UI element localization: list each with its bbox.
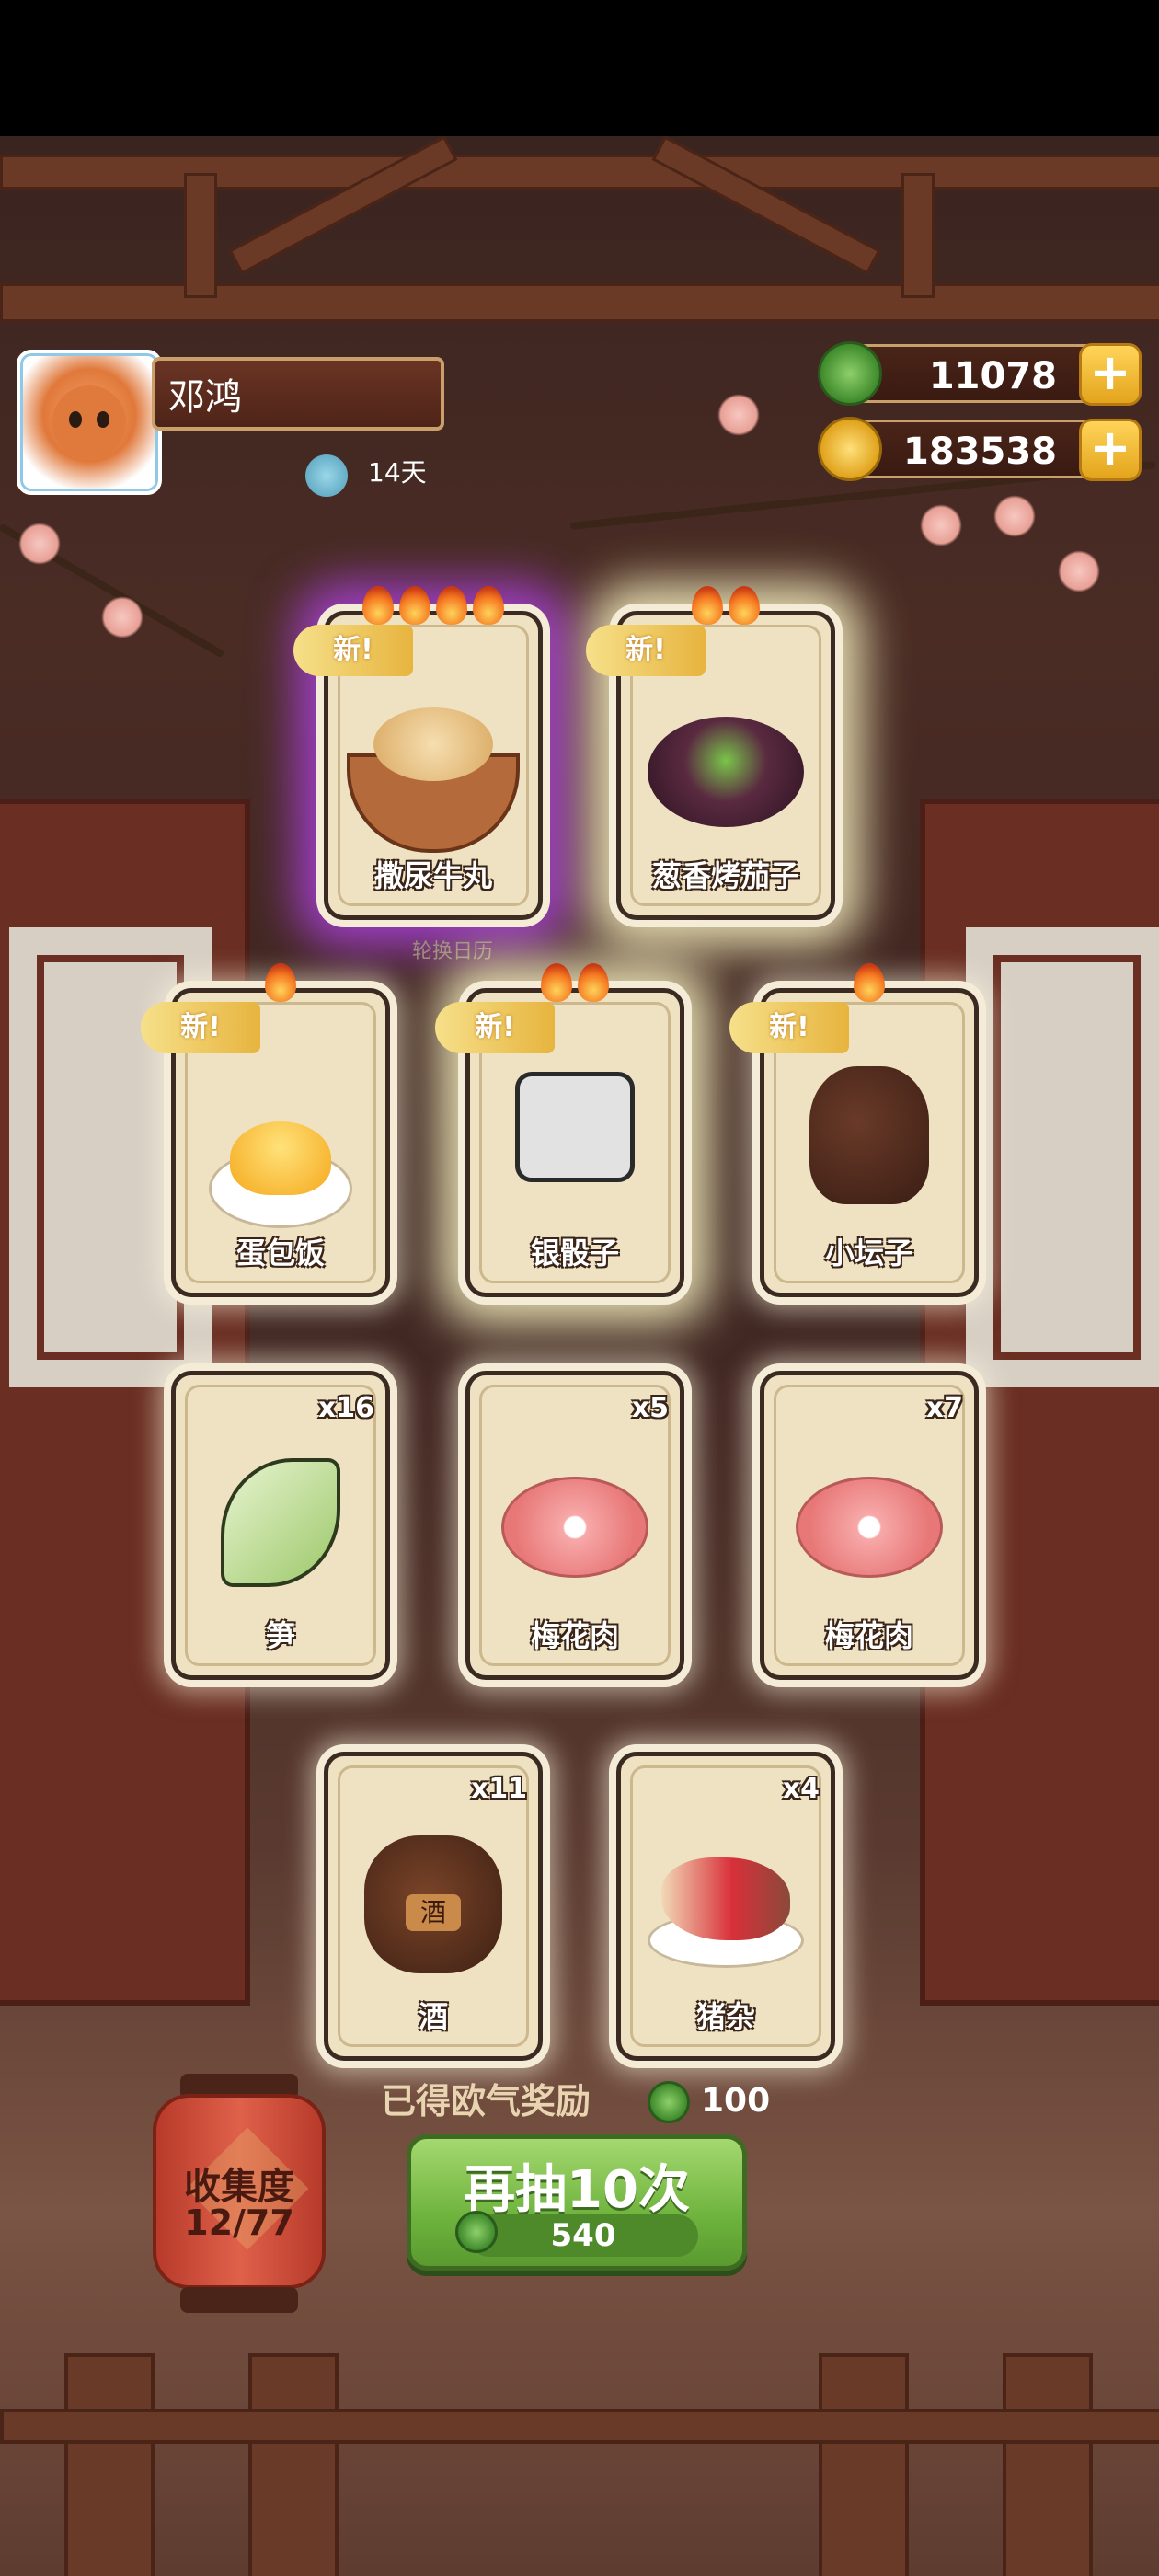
- draw-again-button[interactable]: 再抽10次 540: [407, 2134, 747, 2271]
- coin-currency: 183538 +: [818, 417, 1142, 481]
- small-jar-art: [809, 1066, 929, 1204]
- item-count: x7: [925, 1392, 963, 1424]
- item-count: x4: [782, 1773, 820, 1805]
- flame-icon: [473, 586, 504, 625]
- reward-card[interactable]: x16 笋: [171, 1371, 390, 1680]
- roof-post: [184, 173, 217, 298]
- jade-currency: 11078 +: [818, 341, 1142, 406]
- avatar-face: [52, 385, 126, 459]
- lantern-cap: [180, 2287, 298, 2313]
- item-count: x16: [317, 1392, 374, 1424]
- login-days: 14天: [368, 457, 427, 488]
- bamboo-shoot-art: [221, 1458, 340, 1587]
- card-label: 酒: [418, 1999, 448, 2034]
- new-badge: 新!: [435, 1002, 555, 1053]
- reward-card[interactable]: x11 酒 酒: [324, 1752, 543, 2061]
- rarity-flames: [328, 586, 538, 625]
- reward-card[interactable]: 新! 撒尿牛丸: [293, 586, 543, 920]
- reward-card[interactable]: x4 猪杂: [616, 1752, 835, 2061]
- coin-icon: [818, 417, 882, 481]
- flame-icon: [854, 963, 885, 1002]
- player-avatar[interactable]: [17, 350, 162, 495]
- rarity-flames: [470, 963, 680, 1002]
- roof-post: [901, 173, 935, 298]
- flame-icon: [362, 586, 394, 625]
- flame-icon: [436, 586, 467, 625]
- roof-beam: [0, 155, 1159, 190]
- blossom: [993, 495, 1036, 537]
- jade-icon: [818, 341, 882, 406]
- card-label: 银骰子: [530, 1236, 619, 1271]
- railing-post: [248, 2353, 339, 2576]
- add-jade-button[interactable]: +: [1079, 343, 1142, 406]
- wine-jar-label: 酒: [406, 1894, 461, 1931]
- omelette-art: [230, 1121, 331, 1195]
- flame-icon: [541, 963, 572, 1002]
- new-badge: 新!: [729, 1002, 849, 1053]
- blossom: [18, 523, 61, 565]
- railing-post: [64, 2353, 155, 2576]
- draw-cost-value: 540: [550, 2217, 616, 2254]
- card-label: 撒尿牛丸: [373, 858, 492, 893]
- pork-art: [796, 1477, 943, 1578]
- flame-icon: [399, 586, 430, 625]
- rarity-flames: [621, 586, 831, 625]
- reward-card[interactable]: 新! 小坛子: [729, 963, 979, 1297]
- draw-cost: 540: [455, 2211, 698, 2257]
- flame-icon: [692, 586, 723, 625]
- card-label: 梅花肉: [530, 1618, 619, 1653]
- meatballs-art: [373, 707, 493, 781]
- pig-offal-art: [661, 1857, 790, 1940]
- reward-value: 100: [701, 2082, 771, 2120]
- collection-lantern[interactable]: 收集度 12/77: [147, 2074, 331, 2313]
- item-count: x5: [631, 1392, 669, 1424]
- player-name: 邓鸿: [152, 357, 444, 431]
- reward-card[interactable]: 新! 银骰子: [435, 963, 684, 1297]
- railing-bar: [0, 2409, 1159, 2444]
- card-label: 小坛子: [824, 1236, 913, 1271]
- reward-card[interactable]: 新! 蛋包饭: [141, 963, 390, 1297]
- coin-amount: 183538: [903, 431, 1057, 473]
- calendar-icon: [305, 454, 348, 497]
- avatar-eye: [97, 411, 109, 428]
- new-badge: 新!: [293, 625, 413, 676]
- jade-amount: 11078: [928, 355, 1057, 397]
- item-count: x11: [470, 1773, 527, 1805]
- rarity-flames: [764, 963, 974, 1002]
- jade-icon: [455, 2211, 498, 2253]
- rarity-flames: [176, 963, 385, 1002]
- silver-dice-art: [515, 1072, 635, 1182]
- pork-art: [501, 1477, 648, 1578]
- avatar-eye: [69, 411, 82, 428]
- collection-progress: 12/77: [184, 2202, 294, 2243]
- eggplant-art: [648, 717, 804, 827]
- flame-icon: [265, 963, 296, 1002]
- blossom: [920, 504, 962, 546]
- flame-icon: [729, 586, 760, 625]
- draw-again-label: 再抽10次: [464, 2160, 690, 2220]
- blossom: [717, 394, 760, 436]
- card-label: 笋: [265, 1618, 295, 1653]
- new-badge: 新!: [141, 1002, 260, 1053]
- flame-icon: [578, 963, 609, 1002]
- jade-icon: [648, 2081, 690, 2123]
- card-label: 猪杂: [695, 1999, 755, 2034]
- reward-card[interactable]: x7 梅花肉: [760, 1371, 979, 1680]
- card-label: 葱香烤茄子: [651, 858, 799, 893]
- reward-card[interactable]: x5 梅花肉: [465, 1371, 684, 1680]
- blossom: [101, 596, 143, 638]
- reward-card[interactable]: 新! 葱香烤茄子: [586, 586, 835, 920]
- right-window: [957, 918, 1159, 1397]
- card-label: 蛋包饭: [235, 1236, 325, 1271]
- blossom: [1058, 550, 1100, 592]
- roof-beam: [0, 283, 1159, 322]
- card-label: 梅花肉: [824, 1618, 913, 1653]
- rotate-calendar-label: 轮换日历: [412, 940, 494, 963]
- add-coin-button[interactable]: +: [1079, 419, 1142, 481]
- railing-post: [819, 2353, 909, 2576]
- railing-post: [1003, 2353, 1093, 2576]
- new-badge: 新!: [586, 625, 706, 676]
